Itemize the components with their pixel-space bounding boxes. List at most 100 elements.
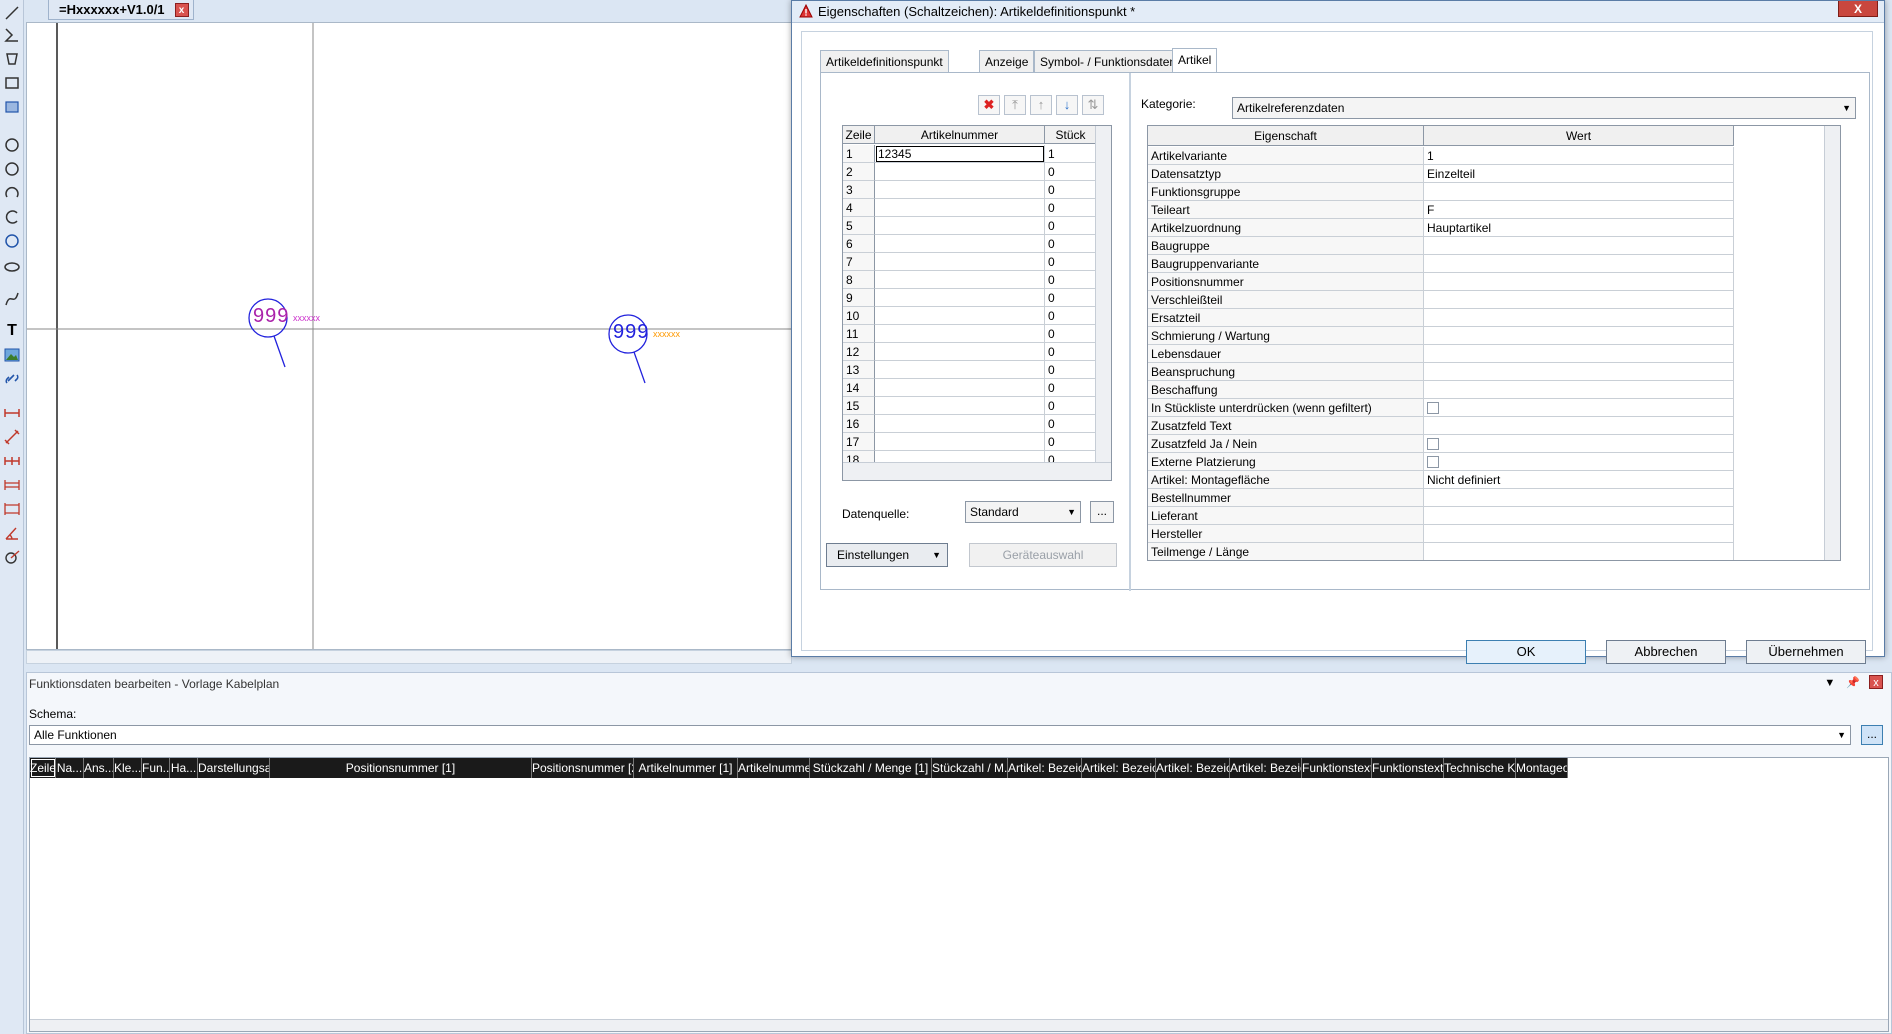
column-header[interactable]: Positionsnummer [2] (532, 758, 634, 778)
column-header[interactable]: Na... (56, 758, 84, 778)
text-tool-icon[interactable]: T (3, 322, 21, 340)
table-cell-st[interactable]: 0 (1045, 253, 1097, 271)
table-cell-nr[interactable] (875, 235, 1045, 253)
column-header[interactable]: Ans... (84, 758, 114, 778)
close-icon[interactable]: x (1869, 675, 1883, 689)
table-cell-nr[interactable] (875, 217, 1045, 235)
column-header[interactable]: Funktionstext (1302, 758, 1372, 778)
move-down-icon[interactable]: ↓ (1056, 95, 1078, 115)
table-row[interactable]: 20 (843, 163, 1097, 181)
drawing-canvas[interactable]: 999 xxxxxx 999 xxxxxx (26, 22, 792, 650)
table-row[interactable]: Teilmenge / Länge (1148, 543, 1734, 560)
table-cell-nr[interactable] (875, 415, 1045, 433)
panel-splitter[interactable] (1129, 73, 1131, 591)
property-value[interactable] (1424, 507, 1734, 525)
table-cell-st[interactable]: 0 (1045, 397, 1097, 415)
checkbox[interactable] (1427, 437, 1439, 450)
table-row[interactable]: Lieferant (1148, 507, 1734, 525)
close-tab-icon[interactable]: x (174, 3, 189, 17)
property-value[interactable] (1424, 255, 1734, 273)
table-cell-nr[interactable] (875, 253, 1045, 271)
dimension-chain-icon[interactable] (3, 452, 21, 470)
article-definition-symbol[interactable]: 999 xxxxxx (607, 313, 707, 405)
table-row[interactable]: Baugruppe (1148, 237, 1734, 255)
table-cell-st[interactable]: 0 (1045, 271, 1097, 289)
table-row[interactable]: In Stückliste unterdrücken (wenn gefilte… (1148, 399, 1734, 417)
table-row[interactable]: Artikel: Montagefläche Nicht definiert (1148, 471, 1734, 489)
tab-symbol-funktionsdaten[interactable]: Symbol- / Funktionsdaten (1034, 50, 1183, 72)
table-cell-nr[interactable] (875, 289, 1045, 307)
property-table-vertical-scrollbar[interactable] (1824, 126, 1840, 560)
table-cell-st[interactable]: 0 (1045, 217, 1097, 235)
property-value[interactable] (1424, 237, 1734, 255)
article-table-horizontal-scrollbar[interactable] (843, 462, 1111, 480)
datenquelle-browse-button[interactable]: ... (1090, 501, 1114, 523)
table-row[interactable]: 60 (843, 235, 1097, 253)
geraeteauswahl-button[interactable]: Geräteauswahl (969, 543, 1117, 567)
table-row[interactable]: 70 (843, 253, 1097, 271)
table-row[interactable]: Schmierung / Wartung (1148, 327, 1734, 345)
column-header[interactable]: Artikel: Bezeic... (1230, 758, 1302, 778)
close-icon[interactable]: X (1838, 1, 1878, 17)
table-row[interactable]: Lebensdauer (1148, 345, 1734, 363)
property-value[interactable] (1424, 381, 1734, 399)
table-cell-st[interactable]: 0 (1045, 325, 1097, 343)
table-row[interactable]: Teileart F (1148, 201, 1734, 219)
property-value[interactable]: F (1424, 201, 1734, 219)
column-header[interactable]: Artikel: Bezeic... (1156, 758, 1230, 778)
checkbox[interactable] (1427, 455, 1439, 468)
property-checkbox-cell[interactable] (1424, 435, 1734, 453)
tab-artikel[interactable]: Artikel (1172, 48, 1218, 72)
table-row[interactable]: Positionsnummer (1148, 273, 1734, 291)
table-row[interactable]: 50 (843, 217, 1097, 235)
property-value[interactable]: 1 (1424, 147, 1734, 165)
table-cell-nr[interactable] (875, 343, 1045, 361)
article-definition-symbol[interactable]: 999 xxxxxx (247, 297, 327, 389)
dimension-incremental-icon[interactable] (3, 500, 21, 518)
dimension-aligned-icon[interactable] (3, 428, 21, 446)
table-cell-st[interactable]: 0 (1045, 433, 1097, 451)
table-cell-st[interactable]: 0 (1045, 199, 1097, 217)
column-header[interactable]: Stückzahl / M... (932, 758, 1008, 778)
table-row[interactable]: 80 (843, 271, 1097, 289)
table-cell-nr[interactable] (875, 433, 1045, 451)
table-row[interactable]: Zusatzfeld Text (1148, 417, 1734, 435)
schema-browse-button[interactable]: ... (1861, 725, 1883, 745)
hyperlink-tool-icon[interactable] (3, 370, 21, 388)
table-row[interactable]: 40 (843, 199, 1097, 217)
property-value[interactable] (1424, 309, 1734, 327)
column-header[interactable]: Montageort (1516, 758, 1568, 778)
property-value[interactable] (1424, 489, 1734, 507)
line-tool-icon[interactable] (3, 4, 21, 22)
table-cell-st[interactable]: 0 (1045, 235, 1097, 253)
table-row[interactable]: 15 0 (843, 397, 1097, 415)
table-row[interactable]: Zusatzfeld Ja / Nein (1148, 435, 1734, 453)
property-value[interactable]: Nicht definiert (1424, 471, 1734, 489)
table-cell-nr[interactable] (875, 199, 1045, 217)
table-cell-nr[interactable] (875, 397, 1045, 415)
column-header[interactable]: Fun... (142, 758, 170, 778)
table-cell-st[interactable]: 0 (1045, 289, 1097, 307)
table-cell-nr[interactable] (875, 181, 1045, 199)
table-cell-nr[interactable] (875, 271, 1045, 289)
property-value[interactable] (1424, 543, 1734, 560)
table-row[interactable]: 30 (843, 181, 1097, 199)
image-tool-icon[interactable] (3, 346, 21, 364)
table-cell-nr[interactable] (875, 325, 1045, 343)
table-row[interactable]: 11 0 (843, 325, 1097, 343)
column-header[interactable]: Ha... (170, 758, 198, 778)
einstellungen-button[interactable]: Einstellungen ▼ (826, 543, 948, 567)
move-bottom-icon[interactable]: ⇅ (1082, 95, 1104, 115)
arc-3point-tool-icon[interactable] (3, 208, 21, 226)
table-cell-st[interactable]: 0 (1045, 307, 1097, 325)
table-row[interactable]: 1 12345 1 (843, 145, 1097, 163)
property-value[interactable] (1424, 291, 1734, 309)
table-row[interactable]: Beschaffung (1148, 381, 1734, 399)
panel-menu-icon[interactable]: ▼ (1823, 676, 1837, 690)
column-header-eigenschaft[interactable]: Eigenschaft (1148, 126, 1424, 146)
property-checkbox-cell[interactable] (1424, 399, 1734, 417)
kategorie-select[interactable]: Artikelreferenzdaten ▼ (1232, 97, 1856, 119)
table-row[interactable]: Bestellnummer (1148, 489, 1734, 507)
table-cell-st[interactable]: 0 (1045, 181, 1097, 199)
table-cell-st[interactable]: 0 (1045, 379, 1097, 397)
